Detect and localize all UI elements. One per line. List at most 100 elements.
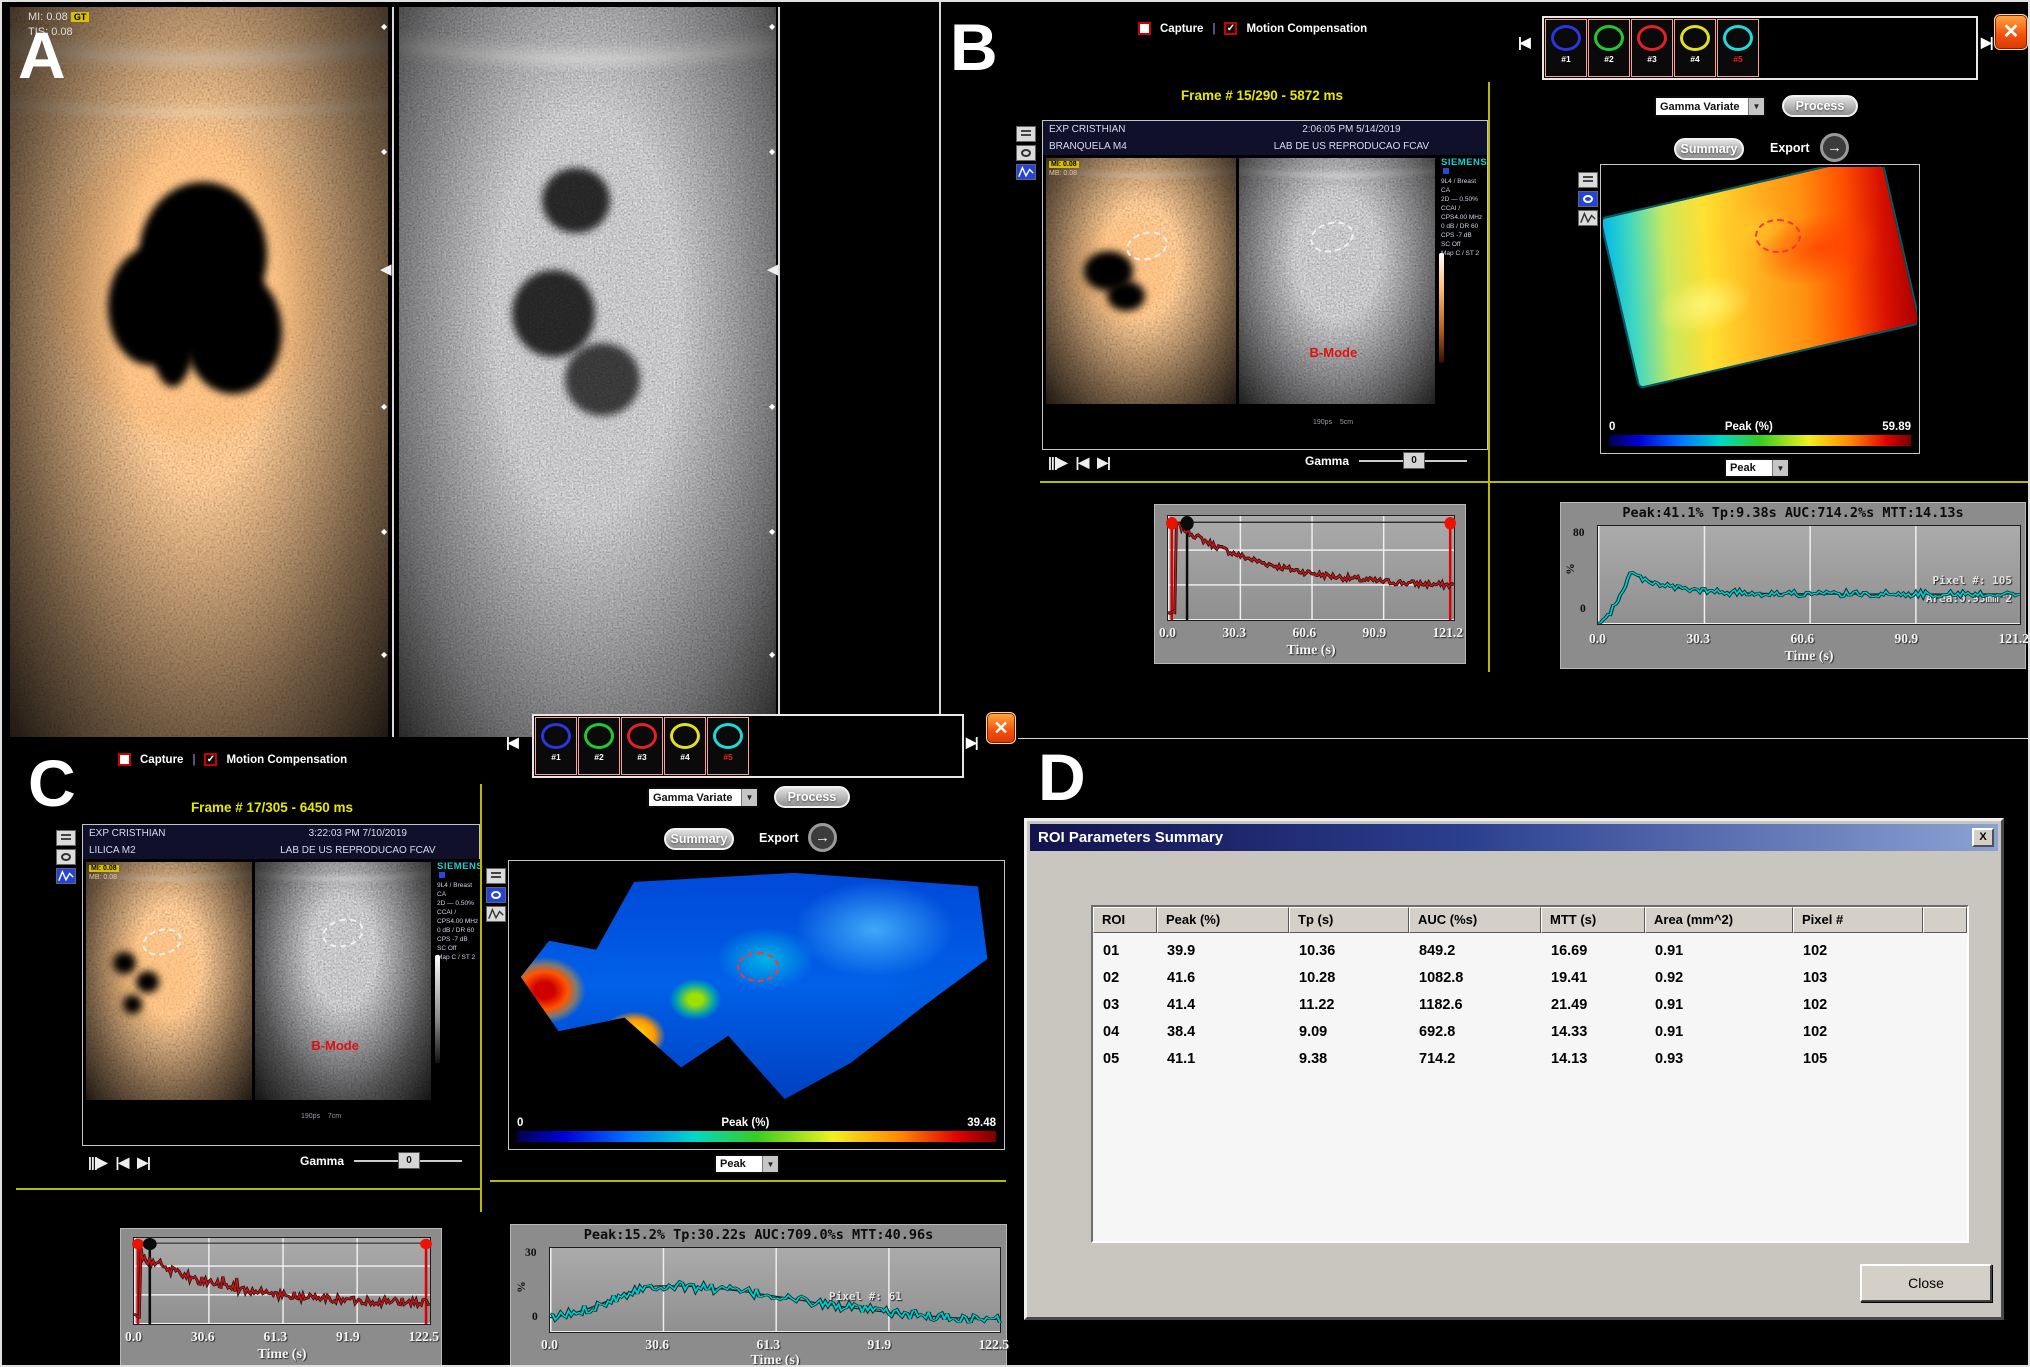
depth-marker-icon: ◀ (380, 260, 392, 278)
dropdown-arrow-icon[interactable]: ▼ (1748, 98, 1764, 115)
roi-nav-right[interactable]: ▶| (1981, 34, 1992, 51)
list-icon[interactable] (56, 830, 76, 846)
process-button[interactable]: Process (774, 786, 850, 808)
column-header[interactable]: Area (mm^2) (1645, 907, 1793, 933)
table-row[interactable]: 0341.411.221182.621.490.91102 (1093, 993, 1967, 1020)
next-frame-button[interactable]: ▶| (1097, 454, 1110, 471)
roi-tab-3[interactable]: #3 (621, 717, 663, 775)
next-frame-button[interactable]: ▶| (137, 1154, 150, 1171)
colorbar (1609, 435, 1911, 446)
map-param-dropdown[interactable]: Peak▼ (714, 1154, 780, 1174)
column-header[interactable]: AUC (%s) (1409, 907, 1541, 933)
table-row[interactable]: 0438.49.09692.814.330.91102 (1093, 1020, 1967, 1047)
summary-button[interactable]: Summary (1674, 138, 1744, 160)
exam-datetime: 2:06:05 PM 5/14/2019 (1222, 121, 1481, 138)
summary-button[interactable]: Summary (664, 828, 734, 850)
roi-tab-1[interactable]: #1 (1545, 19, 1587, 77)
close-panel-button[interactable]: ✕ (986, 712, 1016, 744)
bmode-label: B-Mode (1310, 345, 1358, 360)
roi-tab-2[interactable]: #2 (578, 717, 620, 775)
caliper-marker: ◆ (769, 527, 775, 536)
list-icon[interactable] (1578, 172, 1598, 188)
export-button[interactable]: → (1820, 133, 1849, 162)
capture-checkbox[interactable] (118, 753, 131, 766)
panel-a-bmode-image (399, 7, 776, 737)
dropdown-arrow-icon[interactable]: ▼ (1772, 460, 1788, 476)
x-axis-label: Time (s) (121, 1347, 443, 1363)
prev-frame-button[interactable]: |◀ (116, 1154, 129, 1171)
bmode-image: B-Mode (1239, 158, 1435, 404)
panel-a-label: A (18, 22, 66, 88)
caliper-marker: ◆ (381, 650, 387, 659)
roi-nav-left[interactable]: |◀ (1518, 34, 1529, 51)
export-label: Export (1770, 141, 1810, 155)
table-row[interactable]: 0139.910.36849.216.690.91102 (1093, 939, 1967, 966)
raw-intensity-curve[interactable] (1168, 516, 1454, 620)
export-button[interactable]: → (808, 823, 837, 852)
roi-tab-5[interactable]: #5 (707, 717, 749, 775)
gamma-track[interactable]: 0 (354, 1160, 462, 1162)
roi-tab-4[interactable]: #4 (664, 717, 706, 775)
caliper-marker: ◆ (769, 402, 775, 411)
siemens-logo-square (439, 872, 445, 878)
close-panel-button[interactable]: ✕ (1994, 14, 2028, 50)
gamma-track[interactable]: 0 (1359, 460, 1467, 462)
colorbar-label: Peak (%) (721, 1117, 769, 1129)
gamma-thumb[interactable]: 0 (398, 1152, 420, 1169)
tic-curve-icon[interactable] (1578, 210, 1598, 226)
map-param-dropdown[interactable]: Peak▼ (1724, 458, 1790, 478)
process-button[interactable]: Process (1782, 95, 1858, 117)
gamma-thumb[interactable]: 0 (1403, 452, 1425, 469)
map-tool-icons (486, 868, 506, 922)
capture-checkbox[interactable] (1138, 22, 1151, 35)
roi-oval-icon[interactable] (1578, 191, 1598, 207)
roi-circle-cyan (713, 723, 743, 749)
raw-tic-graph-panel: 0.030.360.690.9121.2 Time (s) (1154, 504, 1466, 664)
dropdown-arrow-icon[interactable]: ▼ (741, 789, 757, 806)
roi-tab-4[interactable]: #4 (1674, 19, 1716, 77)
motion-compensation-checkbox[interactable]: ✓ (1224, 22, 1237, 35)
column-header[interactable]: MTT (s) (1541, 907, 1645, 933)
patient-name: EXP CRISTHIAN (1049, 121, 1222, 138)
model-dropdown[interactable]: Gamma Variate▼ (647, 787, 759, 808)
roi-ellipse[interactable] (1755, 219, 1801, 253)
play-button[interactable]: |||▶ (88, 1154, 107, 1171)
roi-tab-2[interactable]: #2 (1588, 19, 1630, 77)
device-info-column: SIEMENS 9L4 / BreastCA 2D — 0.50%CCAI / … (1437, 155, 1487, 449)
roi-circle-green (584, 723, 614, 749)
prev-frame-button[interactable]: |◀ (1076, 454, 1089, 471)
roi-circle-red (627, 723, 657, 749)
roi-nav-right[interactable]: ▶| (966, 734, 977, 751)
column-header[interactable]: Peak (%) (1157, 907, 1289, 933)
list-icon[interactable] (1016, 126, 1036, 142)
roi-oval-icon[interactable] (486, 887, 506, 903)
bmode-image: B-Mode (255, 862, 431, 1100)
tic-curve-icon[interactable] (1016, 164, 1036, 180)
column-header[interactable]: Tp (s) (1289, 907, 1409, 933)
column-header[interactable]: Pixel # (1793, 907, 1923, 933)
tic-curve-icon[interactable] (486, 906, 506, 922)
close-button[interactable]: Close (1860, 1264, 1992, 1302)
raw-intensity-curve[interactable] (134, 1238, 430, 1324)
tic-curve-icon[interactable] (56, 868, 76, 884)
frame-info: Frame # 15/290 - 5872 ms (1132, 88, 1392, 103)
roi-nav-left[interactable]: |◀ (506, 734, 517, 751)
motion-compensation-checkbox[interactable]: ✓ (204, 753, 217, 766)
roi-ellipse[interactable] (737, 952, 779, 982)
play-button[interactable]: |||▶ (1048, 454, 1067, 471)
table-row[interactable]: 0541.19.38714.214.130.93105 (1093, 1047, 1967, 1074)
roi-tab-5[interactable]: #5 (1717, 19, 1759, 77)
fitted-intensity-curve (1598, 526, 2020, 624)
model-dropdown[interactable]: Gamma Variate▼ (1654, 96, 1766, 117)
roi-oval-icon[interactable] (56, 849, 76, 865)
table-row[interactable]: 0241.610.281082.819.410.92103 (1093, 966, 1967, 993)
column-header[interactable]: ROI (1093, 907, 1157, 933)
dropdown-arrow-icon[interactable]: ▼ (762, 1156, 778, 1172)
list-icon[interactable] (486, 868, 506, 884)
caliper-marker: ◆ (381, 527, 387, 536)
dialog-titlebar[interactable]: ROI Parameters Summary X (1030, 824, 1998, 851)
dialog-close-icon[interactable]: X (1972, 828, 1994, 847)
roi-tab-3[interactable]: #3 (1631, 19, 1673, 77)
roi-tab-1[interactable]: #1 (535, 717, 577, 775)
roi-oval-icon[interactable] (1016, 145, 1036, 161)
